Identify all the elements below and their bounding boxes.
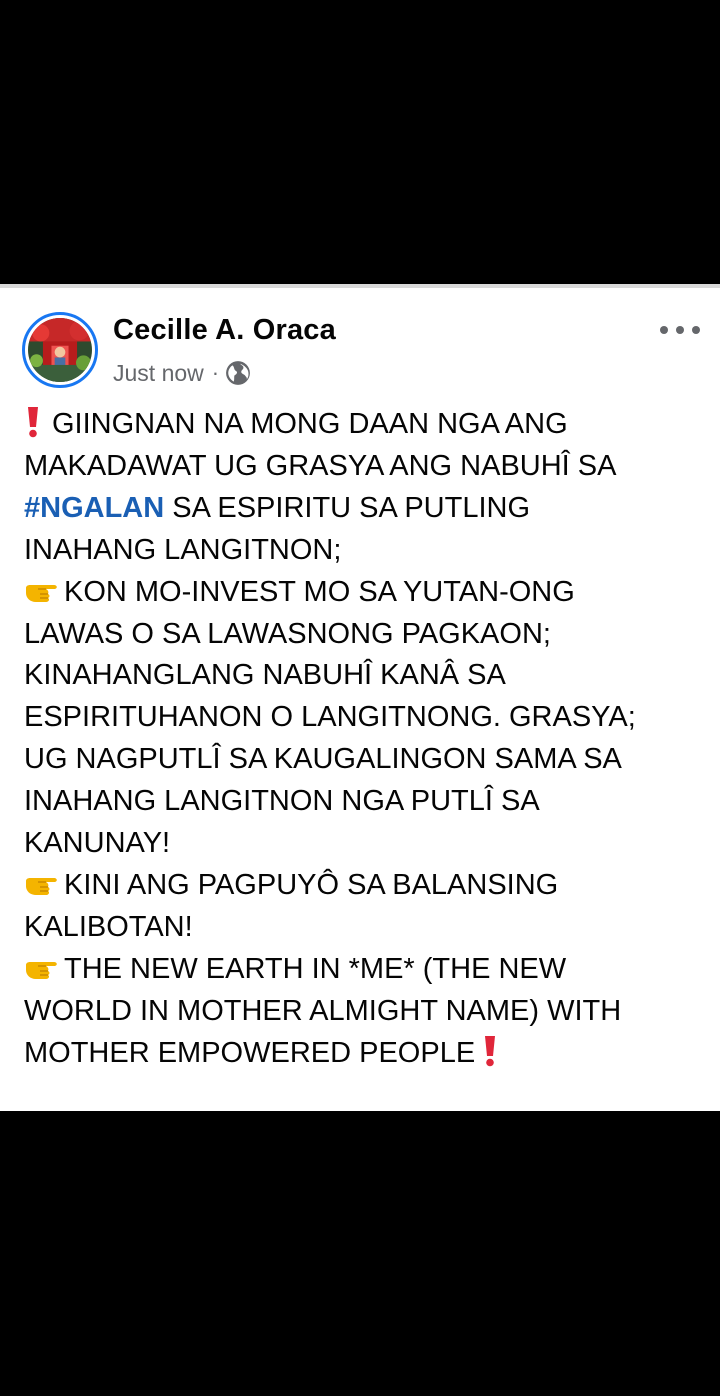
- post-line: INAHANG LANGITNON;: [24, 533, 342, 566]
- post-line: KALIBOTAN!: [24, 910, 193, 943]
- post-line: KINI ANG PAGPUYÔ SA BALANSING: [24, 865, 704, 907]
- red-exclamation-icon: [28, 407, 38, 438]
- post-line: WORLD IN MOTHER ALMIGHT NAME) WITH: [24, 994, 622, 1027]
- globe-icon[interactable]: [225, 360, 251, 386]
- avatar[interactable]: [22, 312, 98, 388]
- post-line: THE NEW EARTH IN *ME* (THE NEW: [24, 949, 704, 991]
- more-options-icon-dot: [676, 326, 684, 334]
- post-line-text: THE NEW EARTH IN *ME* (THE NEW: [64, 952, 567, 985]
- black-top-area: [0, 0, 720, 284]
- post-line: KANUNAY!: [24, 827, 171, 860]
- post-line: LAWAS O SA LAWASNONG PAGKAON;: [24, 617, 551, 650]
- post-line: MOTHER EMPOWERED PEOPLE: [24, 1033, 704, 1075]
- post-line: ESPIRITUHANON O LANGITNONG. GRASYA;: [24, 701, 636, 734]
- post-line-text: KON MO-INVEST MO SA YUTAN-ONG: [64, 575, 575, 608]
- post-line: #NGALAN SA ESPIRITU SA PUTLING: [24, 488, 704, 530]
- more-options-icon-dot: [692, 326, 700, 334]
- post-card: Cecille A. Oraca Just now · GIINGNAN NA …: [0, 284, 720, 1111]
- post-line: UG NAGPUTLÎ SA KAUGALINGON SAMA SA: [24, 743, 622, 776]
- avatar-image: [28, 318, 92, 382]
- post-line: MAKADAWAT UG GRASYA ANG NABUHÎ SA: [24, 449, 617, 482]
- post-line-text: GIINGNAN NA MONG DAAN NGA ANG: [52, 408, 568, 440]
- post-line: KINAHANGLANG NABUHÎ KANÂ SA: [24, 659, 506, 692]
- author-name[interactable]: Cecille A. Oraca: [113, 314, 336, 347]
- black-bottom-area: [0, 1111, 720, 1396]
- post-line-text: MOTHER EMPOWERED PEOPLE: [24, 1036, 476, 1069]
- more-options-icon: [660, 326, 668, 334]
- post-line: KON MO-INVEST MO SA YUTAN-ONG: [24, 572, 704, 614]
- pointing-hand-icon: [26, 877, 57, 895]
- red-exclamation-icon: [485, 1035, 496, 1066]
- post-text: GIINGNAN NA MONG DAAN NGA ANG MAKADAWAT …: [24, 404, 704, 1075]
- more-options-button[interactable]: [660, 318, 700, 342]
- meta-separator: ·: [211, 360, 220, 385]
- post-line: INAHANG LANGITNON NGA PUTLÎ SA: [24, 785, 540, 818]
- post-timestamp[interactable]: Just now: [113, 360, 204, 387]
- hashtag-link[interactable]: #NGALAN: [24, 492, 164, 524]
- post-line-text: KINI ANG PAGPUYÔ SA BALANSING: [64, 868, 559, 901]
- avatar-photo: [28, 318, 92, 382]
- pointing-hand-icon: [26, 584, 57, 602]
- post-line-text: SA ESPIRITU SA PUTLING: [164, 491, 530, 524]
- post-line: GIINGNAN NA MONG DAAN NGA ANG: [24, 404, 704, 446]
- post-meta: Just now ·: [113, 356, 251, 390]
- pointing-hand-icon: [26, 961, 57, 979]
